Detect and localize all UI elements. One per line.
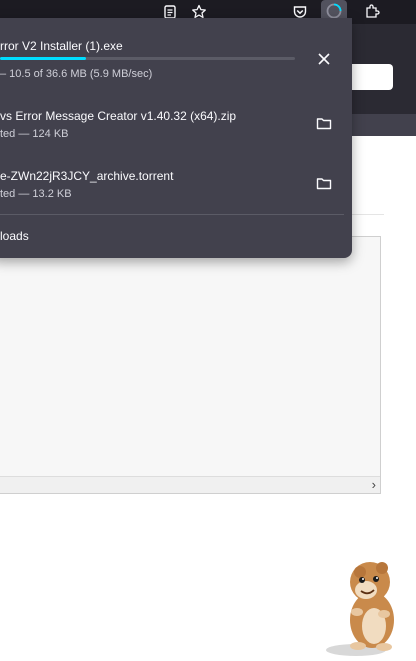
folder-icon <box>316 118 332 130</box>
url-bar-edge[interactable] <box>352 64 393 90</box>
extensions-icon[interactable] <box>359 0 385 24</box>
navigation-bar-strip <box>352 24 416 136</box>
download-filename: vs Error Message Creator v1.40.32 (x64).… <box>0 109 237 123</box>
download-filename: e-ZWn22jR3JCY_archive.torrent <box>0 169 174 183</box>
panel-divider <box>0 214 344 215</box>
download-status: ted — 124 KB <box>0 128 69 140</box>
bookmarks-bar-strip <box>352 114 416 136</box>
hamster-mascot-image <box>326 562 394 656</box>
download-progress-bar <box>0 57 295 60</box>
download-filename: rror V2 Installer (1).exe <box>0 39 123 53</box>
show-all-downloads-link[interactable]: loads <box>0 229 29 243</box>
show-in-folder-button[interactable] <box>310 169 338 197</box>
download-status: – 10.5 of 36.6 MB (5.9 MB/sec) <box>0 68 153 80</box>
content-box: › <box>0 236 381 494</box>
show-in-folder-button[interactable] <box>310 109 338 137</box>
download-status: ted — 13.2 KB <box>0 188 72 200</box>
downloads-panel: rror V2 Installer (1).exe – 10.5 of 36.6… <box>0 18 352 258</box>
folder-icon <box>316 178 332 190</box>
cancel-download-button[interactable] <box>310 45 338 73</box>
scroll-right-arrow[interactable]: › <box>372 477 376 492</box>
close-icon <box>318 53 330 65</box>
download-progress-fill <box>0 57 86 60</box>
horizontal-scrollbar[interactable]: › <box>0 476 380 493</box>
